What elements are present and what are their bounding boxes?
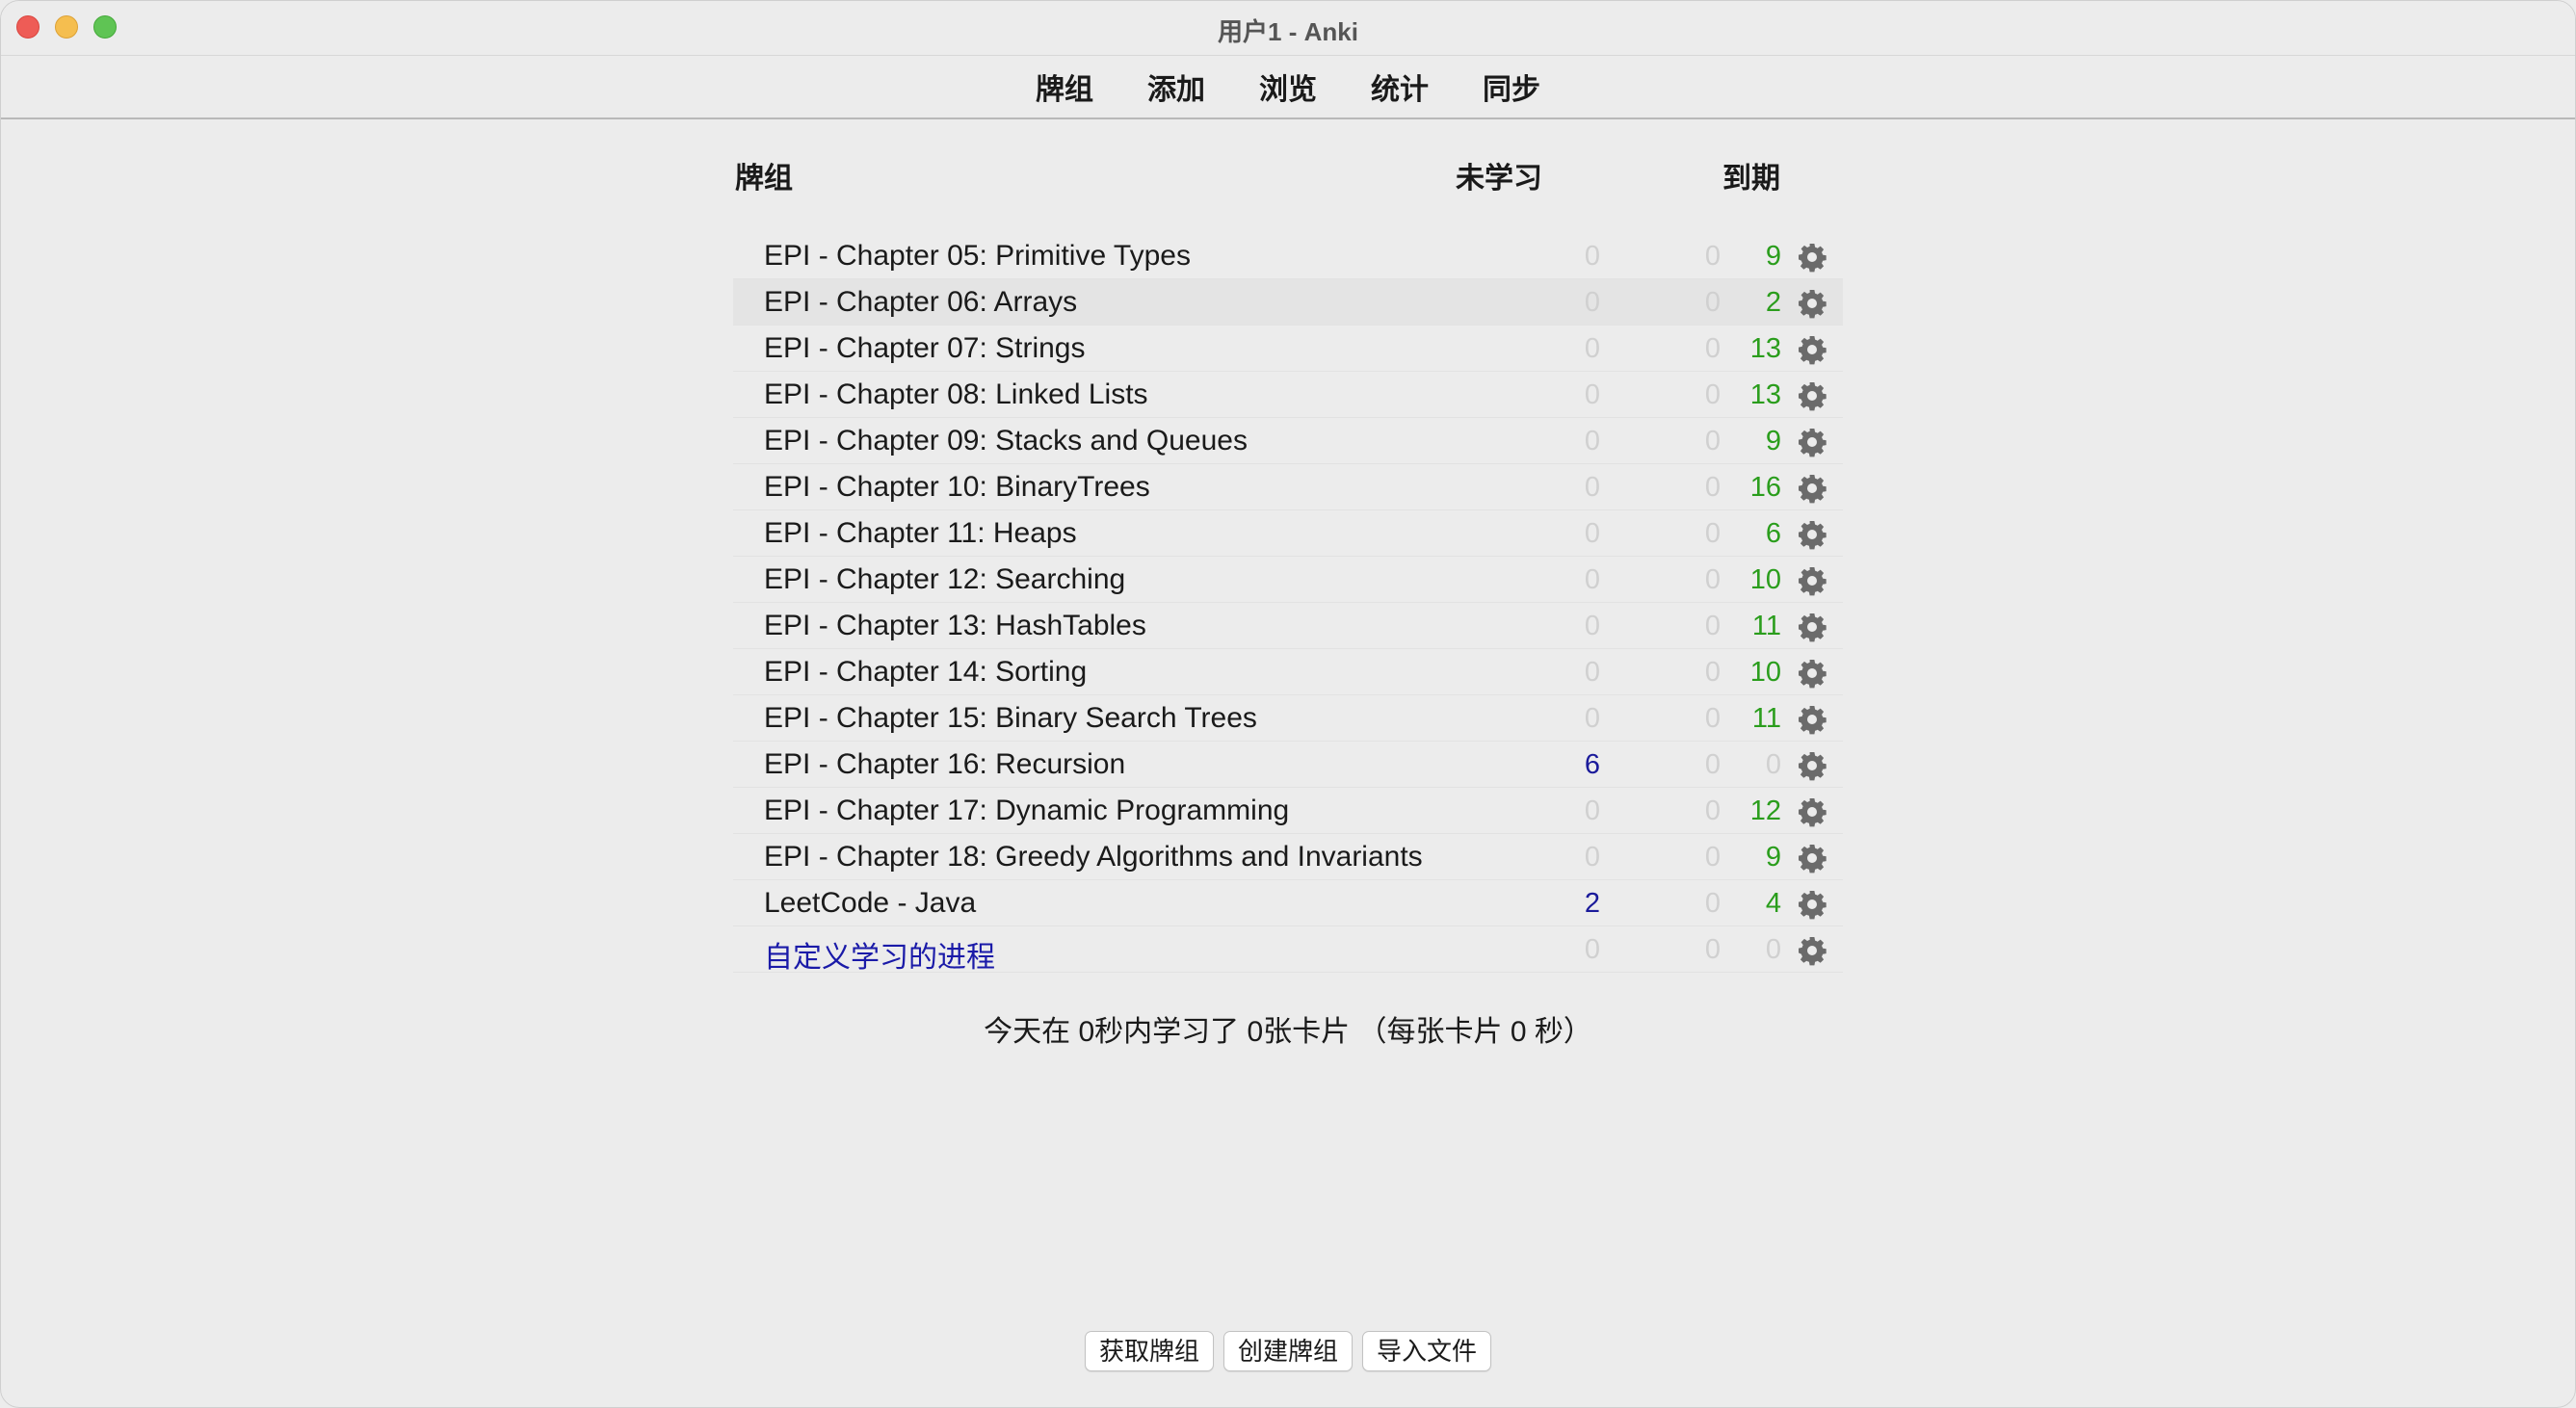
new-count: 0 — [1584, 379, 1600, 410]
new-count: 0 — [1584, 241, 1600, 272]
gear-icon[interactable] — [1797, 843, 1827, 873]
deck-row[interactable]: EPI - Chapter 16: Recursion 6 0 0 — [733, 742, 1843, 788]
deck-name[interactable]: EPI - Chapter 05: Primitive Types — [764, 240, 1191, 273]
toolbar-sync[interactable]: 同步 — [1456, 65, 1567, 108]
due-count: 10 — [1749, 564, 1781, 595]
due-count: 9 — [1765, 842, 1781, 873]
main-toolbar: 牌组 添加 浏览 统计 同步 — [1, 56, 2575, 119]
deck-row[interactable]: EPI - Chapter 06: Arrays 0 0 2 — [733, 279, 1843, 326]
deck-row[interactable]: EPI - Chapter 09: Stacks and Queues 0 0 9 — [733, 418, 1843, 464]
deck-browser: 牌组 未学习 到期 EPI - Chapter 05: Primitive Ty… — [1, 119, 2575, 1407]
new-count: 6 — [1584, 749, 1600, 780]
due-count: 13 — [1749, 379, 1781, 410]
new-count: 0 — [1584, 472, 1600, 503]
deck-row[interactable]: EPI - Chapter 17: Dynamic Programming 0 0 1… — [733, 788, 1843, 834]
deck-name[interactable]: EPI - Chapter 12: Searching — [764, 563, 1125, 596]
new-count: 0 — [1584, 934, 1600, 965]
bottom-button-bar: 获取牌组 创建牌组 导入文件 — [1, 1331, 2575, 1371]
header-due: 到期 — [1722, 163, 1780, 195]
deck-row[interactable]: EPI - Chapter 07: Strings 0 0 13 — [733, 326, 1843, 372]
anki-window: 用户1 - Anki 牌组 添加 浏览 统计 同步 牌组 未学习 到期 EPI … — [0, 0, 2576, 1408]
title-bar: 用户1 - Anki — [1, 1, 2575, 56]
deck-row[interactable]: 自定义学习的进程 0 0 0 — [733, 926, 1843, 976]
due-count: 0 — [1765, 749, 1781, 780]
due-count: 0 — [1765, 934, 1781, 965]
deck-row[interactable]: LeetCode - Java 2 0 4 — [733, 880, 1843, 926]
deck-name[interactable]: EPI - Chapter 08: Linked Lists — [764, 378, 1148, 411]
deck-row[interactable]: EPI - Chapter 05: Primitive Types 0 0 9 — [733, 233, 1843, 279]
new-count: 0 — [1584, 657, 1600, 688]
new-count: 0 — [1584, 333, 1600, 364]
gear-icon[interactable] — [1797, 889, 1827, 920]
gear-icon[interactable] — [1797, 750, 1827, 781]
gear-icon[interactable] — [1797, 334, 1827, 365]
deck-name[interactable]: EPI - Chapter 14: Sorting — [764, 656, 1087, 689]
deck-row[interactable]: EPI - Chapter 12: Searching 0 0 10 — [733, 557, 1843, 603]
new-count: 0 — [1584, 518, 1600, 549]
due-count: 2 — [1765, 287, 1781, 318]
toolbar-add[interactable]: 添加 — [1120, 65, 1232, 108]
due-count: 11 — [1751, 611, 1781, 641]
deck-row[interactable]: EPI - Chapter 15: Binary Search Trees 0 0 1… — [733, 695, 1843, 742]
new-count: 0 — [1584, 287, 1600, 318]
due-count: 4 — [1765, 888, 1781, 919]
gear-icon[interactable] — [1797, 704, 1827, 735]
deck-row[interactable]: EPI - Chapter 18: Greedy Algorithms and … — [733, 834, 1843, 880]
new-count: 0 — [1584, 795, 1600, 826]
due-count: 9 — [1765, 241, 1781, 272]
deck-name[interactable]: EPI - Chapter 17: Dynamic Programming — [764, 795, 1289, 827]
create-deck-button[interactable]: 创建牌组 — [1222, 1331, 1353, 1371]
gear-icon[interactable] — [1797, 796, 1827, 827]
import-file-button[interactable]: 导入文件 — [1362, 1331, 1492, 1371]
gear-icon[interactable] — [1797, 658, 1827, 689]
deck-list: EPI - Chapter 05: Primitive Types 0 0 9 EPI … — [733, 233, 1843, 976]
header-deck: 牌组 — [735, 163, 793, 195]
toolbar-browse[interactable]: 浏览 — [1232, 65, 1344, 108]
gear-icon[interactable] — [1797, 427, 1827, 457]
get-shared-decks-button[interactable]: 获取牌组 — [1084, 1331, 1214, 1371]
new-count: 0 — [1584, 564, 1600, 595]
new-count: 0 — [1584, 611, 1600, 641]
new-count: 2 — [1584, 888, 1600, 919]
gear-icon[interactable] — [1797, 380, 1827, 411]
deck-name[interactable]: LeetCode - Java — [764, 887, 976, 920]
deck-name[interactable]: EPI - Chapter 18: Greedy Algorithms and … — [764, 841, 1423, 873]
new-count: 0 — [1584, 842, 1600, 873]
toolbar-decks[interactable]: 牌组 — [1009, 65, 1120, 108]
deck-row[interactable]: EPI - Chapter 14: Sorting 0 0 10 — [733, 649, 1843, 695]
new-count: 0 — [1584, 426, 1600, 456]
due-count: 10 — [1749, 657, 1781, 688]
deck-name[interactable]: EPI - Chapter 09: Stacks and Queues — [764, 425, 1248, 457]
due-count: 9 — [1765, 426, 1781, 456]
due-count: 6 — [1765, 518, 1781, 549]
gear-icon[interactable] — [1797, 288, 1827, 319]
deck-name[interactable]: 自定义学习的进程 — [764, 933, 995, 976]
gear-icon[interactable] — [1797, 519, 1827, 550]
deck-row[interactable]: EPI - Chapter 11: Heaps 0 0 6 — [733, 510, 1843, 557]
deck-name[interactable]: EPI - Chapter 13: HashTables — [764, 610, 1146, 642]
gear-icon[interactable] — [1797, 473, 1827, 504]
deck-name[interactable]: EPI - Chapter 06: Arrays — [764, 286, 1077, 319]
deck-row[interactable]: EPI - Chapter 13: HashTables 0 0 11 — [733, 603, 1843, 649]
gear-icon[interactable] — [1797, 612, 1827, 642]
due-count: 16 — [1749, 472, 1781, 503]
deck-name[interactable]: EPI - Chapter 07: Strings — [764, 332, 1086, 365]
gear-icon[interactable] — [1797, 935, 1827, 966]
deck-name[interactable]: EPI - Chapter 15: Binary Search Trees — [764, 702, 1257, 735]
deck-name[interactable]: EPI - Chapter 16: Recursion — [764, 748, 1125, 781]
study-summary: 今天在 0秒内学习了 0张卡片 （每张卡片 0 秒） — [984, 1016, 1592, 1048]
deck-name[interactable]: EPI - Chapter 10: BinaryTrees — [764, 471, 1150, 504]
due-count: 12 — [1749, 795, 1781, 826]
header-new: 未学习 — [1456, 163, 1542, 195]
deck-name[interactable]: EPI - Chapter 11: Heaps — [764, 517, 1077, 550]
due-count: 13 — [1749, 333, 1781, 364]
window-title: 用户1 - Anki — [1218, 17, 1358, 46]
gear-icon[interactable] — [1797, 242, 1827, 273]
deck-row[interactable]: EPI - Chapter 10: BinaryTrees 0 0 16 — [733, 464, 1843, 510]
deck-row[interactable]: EPI - Chapter 08: Linked Lists 0 0 13 — [733, 372, 1843, 418]
toolbar-stats[interactable]: 统计 — [1344, 65, 1456, 108]
due-count: 11 — [1751, 703, 1781, 734]
gear-icon[interactable] — [1797, 565, 1827, 596]
new-count: 0 — [1584, 703, 1600, 734]
